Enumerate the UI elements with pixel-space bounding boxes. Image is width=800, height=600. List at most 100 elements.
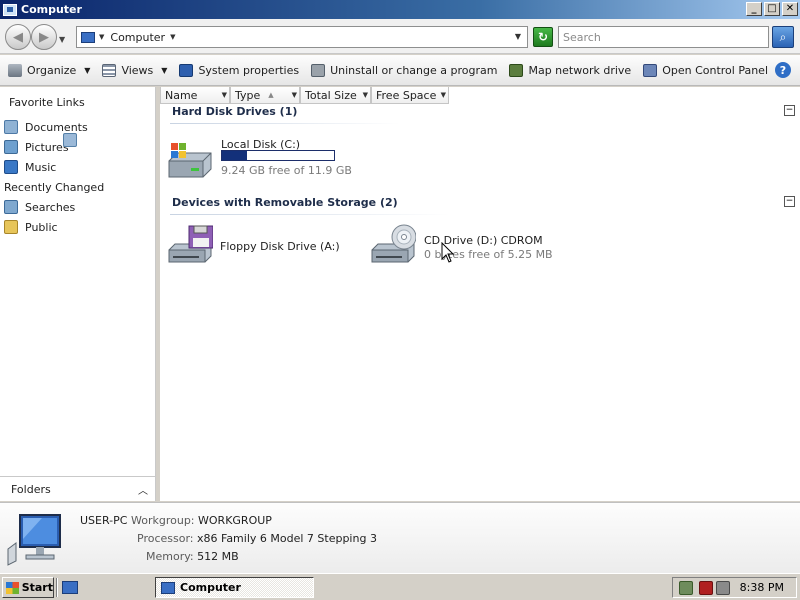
column-header-label: Free Space <box>376 88 437 102</box>
close-button[interactable]: ✕ <box>782 2 798 16</box>
window-controls: _ □ ✕ <box>746 2 798 16</box>
memory-value: 512 MB <box>197 550 239 563</box>
refresh-icon: ↻ <box>537 30 549 44</box>
uninstall-program-label: Uninstall or change a program <box>330 63 498 77</box>
open-control-panel-button[interactable]: Open Control Panel <box>643 63 768 77</box>
control-panel-icon <box>643 63 658 77</box>
column-header-label: Name <box>165 88 198 102</box>
security-shield-icon[interactable] <box>679 580 693 595</box>
help-button[interactable]: ? <box>775 62 791 78</box>
map-network-drive-button[interactable]: Map network drive <box>509 63 632 77</box>
map-network-drive-label: Map network drive <box>528 63 632 77</box>
forward-arrow-icon: ▶ <box>39 29 49 45</box>
open-control-panel-label: Open Control Panel <box>662 63 768 77</box>
command-bar: Organize ▼ Views ▼ System properties Uni… <box>0 55 800 86</box>
network-disconnected-icon[interactable] <box>699 580 713 595</box>
quick-launch-separator <box>56 578 58 597</box>
hard-drive-icon <box>168 143 212 178</box>
start-button[interactable]: Start <box>2 577 54 598</box>
folders-toggle[interactable]: Folders ︿ <box>0 476 155 501</box>
search-button[interactable]: ⌕ <box>772 26 794 48</box>
maximize-button[interactable]: □ <box>764 2 780 16</box>
column-dropdown-icon[interactable]: ▼ <box>441 91 446 99</box>
search-input[interactable]: Search <box>558 26 769 48</box>
address-dropdown-icon[interactable]: ▼ <box>515 32 521 41</box>
processor-row: Processor: x86 Family 6 Model 7 Stepping… <box>137 532 377 545</box>
back-button[interactable]: ◀ <box>5 24 31 50</box>
sidebar-item-label: Music <box>25 160 57 174</box>
sidebar-item-label: Documents <box>25 120 88 134</box>
memory-label: Memory: <box>146 550 194 563</box>
workgroup-label: Workgroup: <box>131 514 195 527</box>
sidebar-item-pictures[interactable]: Pictures <box>4 137 154 157</box>
uninstall-program-button[interactable]: Uninstall or change a program <box>311 63 498 77</box>
column-header-label: Total Size <box>305 88 357 102</box>
show-desktop-icon[interactable] <box>62 581 78 594</box>
navigation-pane: Favorite Links Documents Pictures Music … <box>0 87 156 501</box>
address-toolbar: ◀ ▶ ▼ ▼ Computer ▼ ▼ ↻ Search ⌕ <box>0 19 800 54</box>
map-network-drive-icon <box>509 63 524 77</box>
column-dropdown-icon[interactable]: ▼ <box>363 91 368 99</box>
drive-item-cd-d[interactable]: CD Drive (D:) CDROM 0 bytes free of 5.25… <box>370 224 560 268</box>
group-header-removable-storage[interactable]: Devices with Removable Storage (2) <box>172 196 398 209</box>
group-divider <box>170 123 400 124</box>
computer-icon <box>161 581 175 594</box>
taskbar-item-label: Computer <box>180 581 241 594</box>
computer-icon <box>3 3 17 16</box>
column-headers: Name ▼ Type ▲ ▼ Total Size ▼ Free Space … <box>160 87 449 104</box>
sidebar-item-searches[interactable]: Searches <box>4 197 154 217</box>
computer-name: USER-PC <box>80 514 128 527</box>
views-label: Views <box>121 63 154 77</box>
sidebar-item-public[interactable]: Public <box>4 217 154 237</box>
column-header-free-space[interactable]: Free Space ▼ <box>371 87 449 104</box>
group-header-hard-disk-drives[interactable]: Hard Disk Drives (1) <box>172 105 297 118</box>
drive-item-local-disk-c[interactable]: Local Disk (C:) 9.24 GB free of 11.9 GB <box>167 138 397 183</box>
system-properties-icon <box>179 63 194 77</box>
folders-label: Folders <box>11 482 51 496</box>
system-tray: 8:38 PM <box>672 577 797 598</box>
computer-monitor-icon <box>7 514 61 566</box>
views-button[interactable]: Views ▼ <box>102 63 167 77</box>
column-header-label: Type <box>235 88 261 102</box>
organize-icon <box>8 63 22 77</box>
column-dropdown-icon[interactable]: ▼ <box>292 91 297 99</box>
system-properties-label: System properties <box>198 63 300 77</box>
volume-icon[interactable] <box>716 580 730 595</box>
drive-free-space: 9.24 GB free of 11.9 GB <box>221 164 352 177</box>
collapse-group-button[interactable]: − <box>784 196 795 207</box>
recent-pages-dropdown[interactable]: ▼ <box>59 35 65 44</box>
column-dropdown-icon[interactable]: ▼ <box>222 91 227 99</box>
chevron-down-icon: ▼ <box>84 65 91 75</box>
drive-name: Floppy Disk Drive (A:) <box>220 240 340 253</box>
sidebar-item-music[interactable]: Music <box>4 157 154 177</box>
processor-value: x86 Family 6 Model 7 Stepping 3 <box>197 532 377 545</box>
breadcrumb-computer[interactable]: Computer <box>110 31 165 44</box>
minimize-button[interactable]: _ <box>746 2 762 16</box>
taskbar: Start Computer 8:38 PM <box>0 573 800 600</box>
breadcrumb-dropdown-icon[interactable]: ▼ <box>170 33 175 41</box>
clock[interactable]: 8:38 PM <box>740 581 784 594</box>
collapse-group-button[interactable]: − <box>784 105 795 116</box>
organize-button[interactable]: Organize ▼ <box>8 63 91 77</box>
sidebar-item-documents[interactable]: Documents <box>4 117 154 137</box>
column-header-name[interactable]: Name ▼ <box>160 87 230 104</box>
breadcrumb-separator-icon[interactable]: ▼ <box>99 33 104 41</box>
forward-button[interactable]: ▶ <box>31 24 57 50</box>
file-list-pane: Name ▼ Type ▲ ▼ Total Size ▼ Free Space … <box>160 87 800 501</box>
chevron-up-icon: ︿ <box>138 486 148 497</box>
system-properties-button[interactable]: System properties <box>179 63 300 77</box>
search-icon: ⌕ <box>779 29 787 44</box>
taskbar-item-computer[interactable]: Computer <box>155 577 314 598</box>
details-pane: USER-PC Workgroup: WORKGROUP Processor: … <box>0 502 800 573</box>
column-header-type[interactable]: Type ▲ ▼ <box>230 87 300 104</box>
floppy-drive-icon <box>168 225 213 263</box>
memory-row: Memory: 512 MB <box>146 550 239 563</box>
sidebar-item-recently-changed[interactable]: Recently Changed <box>4 133 154 197</box>
address-bar[interactable]: ▼ Computer ▼ ▼ <box>76 26 528 48</box>
documents-icon <box>4 120 18 134</box>
column-header-total-size[interactable]: Total Size ▼ <box>300 87 371 104</box>
drive-item-floppy-a[interactable]: Floppy Disk Drive (A:) <box>167 224 357 268</box>
refresh-button[interactable]: ↻ <box>533 27 553 47</box>
cd-drive-icon <box>371 224 416 263</box>
start-label: Start <box>21 581 53 594</box>
